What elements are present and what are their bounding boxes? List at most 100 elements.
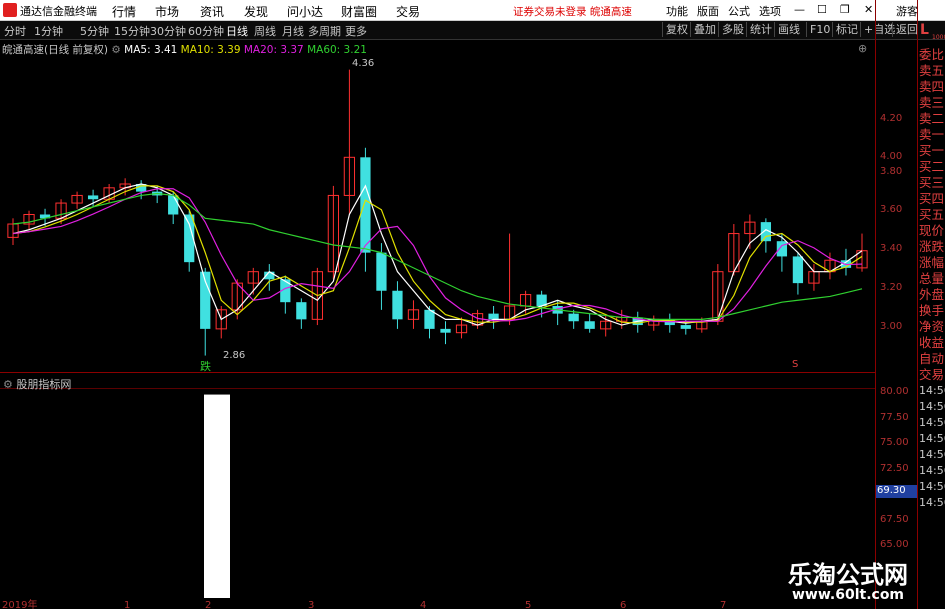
candle-body	[168, 195, 179, 215]
candle	[264, 264, 275, 291]
low-label: 2.86	[223, 350, 246, 361]
x-tick-label: 5	[525, 600, 531, 609]
candle	[440, 321, 451, 345]
price-tick: 4.00	[880, 151, 903, 162]
menu-market[interactable]: 市场	[155, 3, 179, 20]
price-tick: 3.20	[880, 282, 903, 293]
ma5-label: MA5: 3.41	[124, 44, 178, 56]
candle	[7, 218, 19, 245]
menu-wealth-circle[interactable]: 财富圈	[341, 3, 377, 20]
candle	[343, 69, 356, 215]
period-daily[interactable]: 日线	[226, 23, 248, 39]
period-1min[interactable]: 1分钟	[34, 23, 63, 39]
price-tick: 3.60	[880, 204, 903, 215]
candle-body	[488, 313, 499, 320]
quote-label: 买二	[919, 159, 945, 174]
price-tick: 3.80	[880, 166, 903, 177]
period-15min[interactable]: 15分钟	[114, 23, 150, 39]
ma20-line	[12, 188, 863, 323]
menu-function[interactable]: 功能	[666, 3, 688, 19]
candle	[424, 306, 435, 339]
quote-label: 自动	[919, 351, 945, 366]
trade-time: 14:56	[919, 448, 945, 461]
candle-body	[680, 325, 691, 329]
menu-assistant[interactable]: 问小达	[287, 3, 323, 20]
x-tick-label: 3	[308, 600, 314, 609]
menu-news[interactable]: 资讯	[200, 3, 224, 20]
panel-divider	[917, 0, 918, 609]
quote-label: 交易	[919, 367, 945, 382]
menu-guest[interactable]: 游客	[896, 3, 918, 19]
toolbar-draw[interactable]: 画线	[774, 22, 803, 37]
menu-formula[interactable]: 公式	[728, 3, 750, 19]
ma10-label: MA10: 3.39	[180, 44, 241, 56]
price-tick: 4.20	[880, 113, 903, 124]
candle	[503, 233, 516, 326]
indicator-chart[interactable]	[0, 388, 875, 598]
period-weekly[interactable]: 周线	[254, 23, 276, 39]
toolbar-stats[interactable]: 统计	[746, 22, 775, 37]
toolbar-f10[interactable]: F10	[806, 22, 833, 37]
trade-time: 14:56	[919, 496, 945, 509]
x-tick-label: 2019年	[2, 598, 37, 609]
menu-options[interactable]: 选项	[759, 3, 781, 19]
close-icon[interactable]: ✕	[864, 3, 873, 16]
app-logo-icon	[3, 3, 17, 17]
toolbar-mark[interactable]: 标记	[832, 22, 861, 37]
window-icon[interactable]: ☐	[817, 3, 827, 16]
period-multi[interactable]: 多周期	[308, 23, 341, 39]
candle	[648, 315, 660, 331]
menu-market-quotes[interactable]: 行情	[112, 3, 136, 20]
stock-title: 皖通高速(日线 前复权)	[2, 44, 109, 56]
candle-body	[296, 302, 307, 320]
fall-signal: 跌	[200, 360, 211, 373]
period-intraday[interactable]: 分时	[4, 23, 26, 39]
x-tick-label: 7	[720, 600, 726, 609]
candle	[664, 313, 675, 333]
candle	[712, 264, 724, 326]
period-5min[interactable]: 5分钟	[80, 23, 109, 39]
menu-trade[interactable]: 交易	[396, 3, 420, 20]
expand-icon[interactable]: ⊕	[858, 42, 867, 55]
menu-layout[interactable]: 版面	[697, 3, 719, 19]
candle-body	[87, 195, 99, 200]
candlestick-chart[interactable]	[0, 57, 875, 372]
restore-icon[interactable]: ❐	[840, 3, 850, 16]
toolbar-multi-stock[interactable]: 多股	[718, 22, 747, 37]
period-60min[interactable]: 60分钟	[188, 23, 224, 39]
trade-time: 14:56	[919, 416, 945, 429]
minimize-icon[interactable]: —	[794, 3, 805, 16]
settings-icon[interactable]: ⚙	[111, 44, 120, 56]
sub-tick: 67.50	[880, 514, 909, 525]
toolbar-adjust[interactable]: 复权	[662, 22, 691, 37]
candle	[728, 224, 740, 276]
period-30min[interactable]: 30分钟	[150, 23, 186, 39]
candle	[407, 300, 420, 329]
sub-current-value: 69.30	[876, 485, 917, 498]
candle	[584, 313, 595, 333]
trade-time: 14:56	[919, 432, 945, 445]
quote-label: 委比	[919, 47, 945, 62]
watermark-text: 乐淘公式网	[788, 561, 908, 589]
sub-tick: 72.50	[880, 463, 909, 474]
period-more[interactable]: 更多	[345, 23, 367, 39]
ma5-line	[12, 183, 863, 326]
period-monthly[interactable]: 月线	[282, 23, 304, 39]
ma60-label: MA60: 3.21	[307, 44, 367, 56]
sub-tick: 75.00	[880, 437, 909, 448]
right-corner-number: 1000	[932, 34, 945, 41]
price-tick: 3.40	[880, 243, 903, 254]
toolbar-overlay[interactable]: 叠加	[690, 22, 719, 37]
menu-discover[interactable]: 发现	[244, 3, 268, 20]
ma10-line	[12, 185, 863, 324]
quote-label: 卖二	[919, 111, 945, 126]
x-tick-label: 4	[420, 600, 426, 609]
quote-label: 外盘	[919, 287, 945, 302]
sub-tick: 77.50	[880, 412, 909, 423]
status-notice: 证券交易未登录 皖通高速	[513, 6, 632, 18]
high-label: 4.36	[352, 58, 375, 69]
ma-legend: 皖通高速(日线 前复权) ⚙ MA5: 3.41 MA10: 3.39 MA20…	[2, 42, 367, 57]
candle-body	[440, 328, 451, 333]
quote-label: 涨跌	[919, 239, 945, 254]
ma60-line	[12, 192, 863, 320]
